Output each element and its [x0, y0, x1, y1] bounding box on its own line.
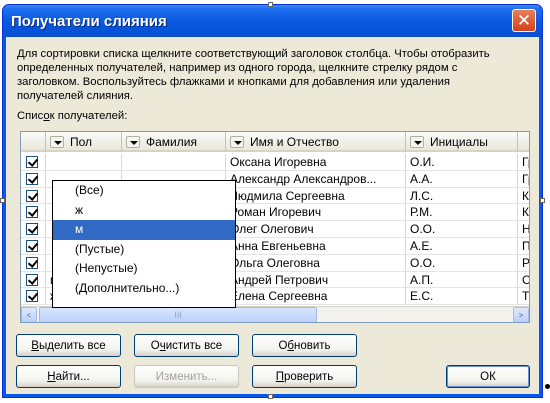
checkbox-checked[interactable] — [26, 273, 38, 286]
clear-all-button[interactable]: Оч истить все — [134, 334, 239, 357]
extra-cell: Са — [518, 272, 529, 288]
name-cell: Олег Олегович — [226, 221, 406, 237]
instructions-text: Для сортировки списка щелкните соответст… — [17, 48, 490, 102]
name-cell: Елена Сергеевна — [226, 288, 406, 305]
checkbox-checked[interactable] — [26, 239, 38, 252]
filter-dropdown-arrow-icon[interactable] — [410, 136, 424, 148]
initials-cell: А.П. — [406, 271, 518, 288]
filter-dropdown-arrow-icon[interactable] — [126, 136, 140, 148]
initials-cell: О.И. — [406, 154, 518, 170]
column-header-name[interactable]: Имя и Отчество — [226, 132, 406, 152]
scroll-right-button[interactable]: > — [513, 307, 529, 322]
name-cell: Анна Евгеньевна — [226, 237, 406, 254]
dropdown-option[interactable]: (Все) — [53, 181, 235, 201]
chevron-left-icon: < — [26, 310, 32, 320]
gender-filter-dropdown[interactable]: (Все) ж м (Пустые) (Непустые) (Дополнительно.… — [52, 180, 236, 308]
validate-button[interactable]: Проверить — [252, 365, 357, 388]
dropdown-option[interactable]: (Непустые) — [53, 259, 235, 279]
row-checkbox[interactable] — [21, 154, 46, 170]
title-bar[interactable]: Получатели слияния ✕ — [3, 5, 542, 37]
name-cell: Оксана Игоревна — [226, 154, 406, 170]
column-header-surname[interactable]: Фамилия — [122, 132, 226, 152]
extra-cell: Ку — [518, 204, 529, 220]
name-cell: Роман Игоревич — [226, 204, 406, 221]
name-cell: Андрей Петрович — [226, 271, 406, 288]
initials-cell: Р.М. — [406, 204, 518, 221]
find-button[interactable]: Найти... — [16, 365, 121, 388]
row-checkbox[interactable] — [21, 237, 46, 254]
row-checkbox[interactable] — [21, 187, 46, 204]
dropdown-option[interactable]: (Дополнительно...) — [53, 279, 235, 299]
selection-handle — [268, 394, 273, 399]
checkbox-checked[interactable] — [26, 206, 38, 219]
name-cell: Ольга Олеговна — [226, 254, 406, 271]
cursor-dot — [545, 384, 550, 389]
extra-cell: Пе — [518, 238, 529, 254]
selection-handle — [0, 198, 5, 203]
column-header-checkbox[interactable] — [21, 132, 46, 152]
dropdown-option[interactable]: (Пустые) — [53, 240, 235, 260]
row-checkbox[interactable] — [21, 271, 46, 288]
initials-cell: О.О. — [406, 221, 518, 237]
column-header-extra[interactable] — [518, 132, 529, 152]
name-cell: Людмила Сергеевна — [226, 187, 406, 204]
initials-cell: А.А. — [406, 170, 518, 187]
extra-cell: Ре — [518, 255, 529, 271]
extra-cell: Ку — [518, 188, 529, 204]
close-button[interactable]: ✕ — [512, 9, 536, 32]
chevron-right-icon: > — [518, 310, 524, 320]
column-header-initials[interactable]: Инициалы — [406, 132, 518, 152]
extra-cell: На — [518, 221, 529, 237]
grip-icon: III — [174, 310, 182, 320]
checkbox-checked[interactable] — [26, 290, 38, 303]
horizontal-scrollbar[interactable]: < III > — [21, 306, 529, 322]
grid-header: Пол Фамилия Имя и Отчество Инициалы — [21, 132, 529, 152]
row-checkbox[interactable] — [21, 204, 46, 221]
scroll-left-button[interactable]: < — [21, 307, 37, 322]
close-icon: ✕ — [516, 11, 532, 30]
initials-cell: А.Е. — [406, 237, 518, 254]
refresh-button[interactable]: Об новить — [252, 334, 357, 357]
row-checkbox[interactable] — [21, 288, 46, 305]
checkbox-checked[interactable] — [26, 223, 38, 236]
checkbox-checked[interactable] — [26, 189, 38, 202]
extra-cell: Ти — [518, 288, 529, 304]
mail-merge-recipients-dialog: Получатели слияния ✕ Для сортировки спис… — [2, 4, 543, 398]
dropdown-option[interactable]: ж — [53, 201, 235, 221]
row-checkbox[interactable] — [21, 221, 46, 237]
filter-dropdown-arrow-icon[interactable] — [230, 136, 244, 148]
edit-button: Изменить... — [134, 365, 239, 388]
checkbox-checked[interactable] — [26, 256, 38, 269]
gender-cell — [46, 154, 122, 170]
dialog-body: Для сортировки списка щелкните соответст… — [6, 37, 539, 394]
ok-button[interactable]: ОК — [446, 365, 530, 388]
recipient-list-label: Список получателей: — [17, 110, 128, 122]
checkbox-checked[interactable] — [26, 172, 38, 185]
extra-cell: Гр — [518, 154, 529, 170]
window-title: Получатели слияния — [11, 12, 167, 30]
initials-cell: О.О. — [406, 254, 518, 271]
table-row[interactable]: Оксана ИгоревнаО.И.Гр — [21, 154, 529, 171]
column-header-gender[interactable]: Пол — [46, 132, 122, 152]
scroll-thumb[interactable]: III — [39, 307, 317, 322]
name-cell: Александр Александров... — [226, 170, 406, 187]
selection-handle — [540, 198, 545, 203]
extra-cell: Гр — [518, 171, 529, 187]
selection-handle — [268, 2, 273, 7]
dropdown-option[interactable]: м — [53, 220, 235, 240]
select-all-button[interactable]: Выделить все — [16, 334, 121, 357]
row-checkbox[interactable] — [21, 170, 46, 187]
filter-dropdown-arrow-icon[interactable] — [50, 136, 64, 148]
row-checkbox[interactable] — [21, 254, 46, 271]
checkbox-checked[interactable] — [26, 156, 38, 168]
initials-cell: Л.С. — [406, 187, 518, 204]
initials-cell: Е.С. — [406, 288, 518, 305]
surname-cell — [122, 154, 226, 170]
